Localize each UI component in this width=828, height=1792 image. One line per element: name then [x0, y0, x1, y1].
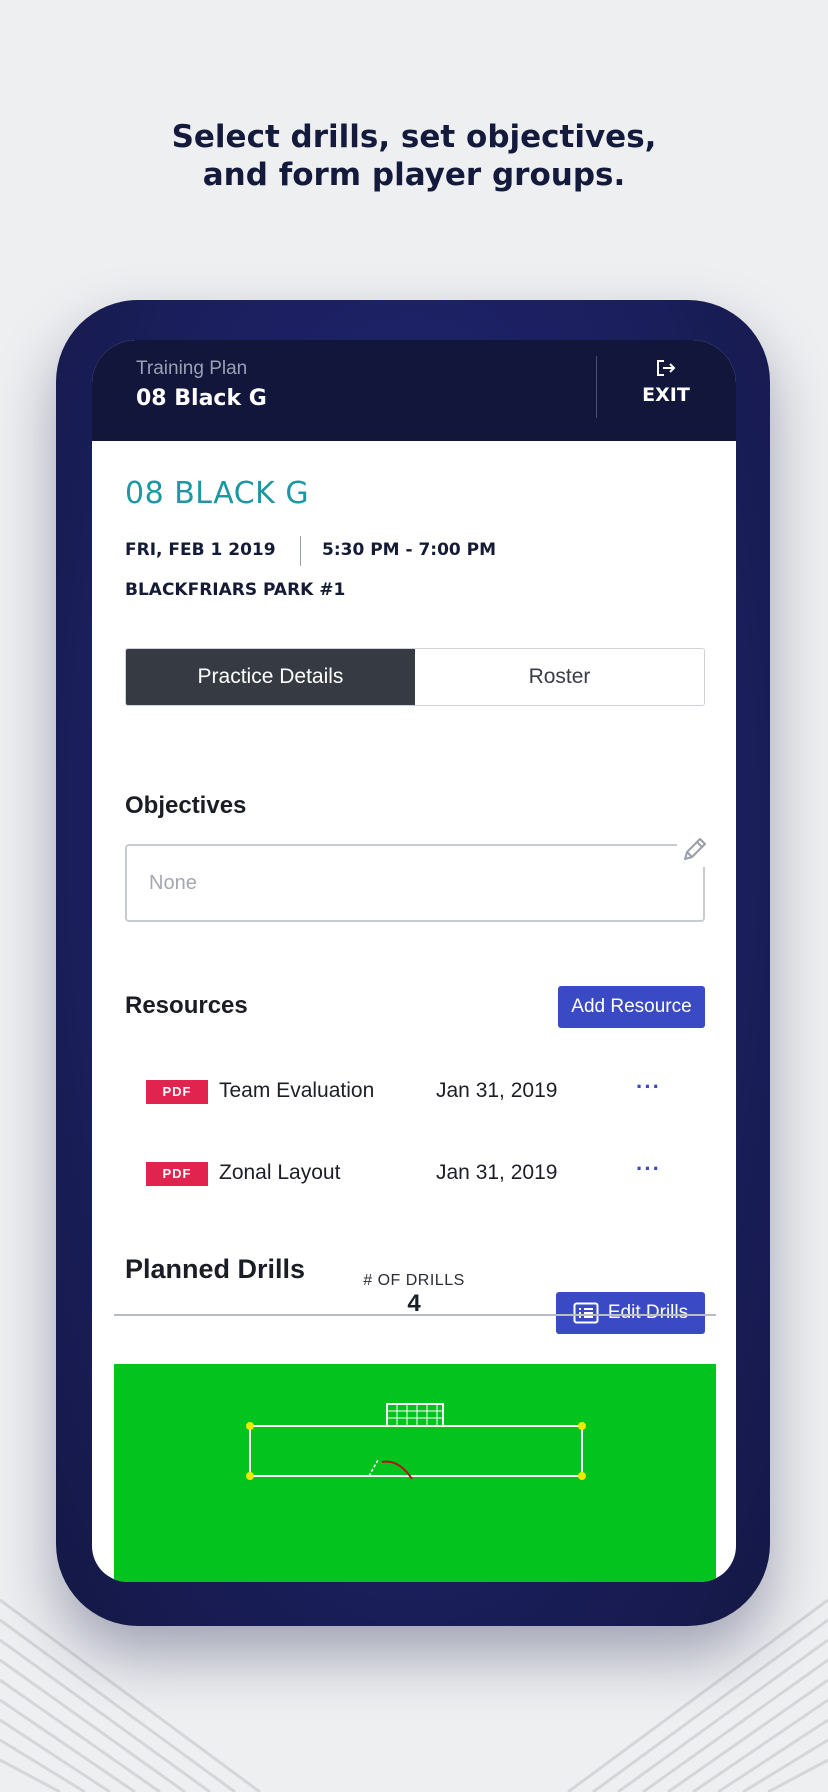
pdf-badge: PDF	[146, 1162, 208, 1186]
team-name: 08 BLACK G	[125, 476, 310, 511]
objectives-heading: Objectives	[125, 792, 247, 819]
practice-time: 5:30 PM - 7:00 PM	[322, 540, 497, 560]
resources-heading: Resources	[125, 992, 248, 1019]
tab-roster[interactable]: Roster	[415, 649, 704, 705]
app-screen: Training Plan 08 Black G EXIT 08 BLACK G…	[92, 340, 736, 1582]
more-options-icon[interactable]: ···	[636, 1156, 661, 1182]
exit-label: EXIT	[642, 384, 690, 406]
resource-date: Jan 31, 2019	[436, 1079, 558, 1102]
resource-name: Zonal Layout	[219, 1161, 341, 1184]
resource-row[interactable]: PDF Team Evaluation Jan 31, 2019 ···	[146, 1072, 666, 1112]
segmented-tabs: Practice Details Roster	[125, 648, 705, 706]
headline-line-1: Select drills, set objectives,	[171, 119, 657, 155]
resource-date: Jan 31, 2019	[436, 1161, 558, 1184]
add-resource-button[interactable]: Add Resource	[558, 986, 705, 1028]
tab-practice-details[interactable]: Practice Details	[126, 649, 415, 705]
promo-headline: Select drills, set objectives, and form …	[0, 118, 828, 194]
practice-date: FRI, FEB 1 2019	[125, 540, 276, 560]
divider	[114, 1314, 716, 1316]
practice-location: BLACKFRIARS PARK #1	[125, 580, 346, 600]
objectives-field[interactable]: None	[125, 844, 705, 922]
top-bar: Training Plan 08 Black G EXIT	[92, 340, 736, 441]
drills-count-label: # OF DRILLS	[363, 1272, 465, 1289]
exit-icon	[657, 360, 676, 376]
topbar-label: Training Plan	[136, 358, 248, 379]
topbar-divider	[596, 356, 597, 418]
pdf-badge: PDF	[146, 1080, 208, 1104]
edit-pencil-icon[interactable]	[677, 833, 711, 867]
resource-row[interactable]: PDF Zonal Layout Jan 31, 2019 ···	[146, 1154, 666, 1194]
resource-name: Team Evaluation	[219, 1079, 375, 1102]
exit-button[interactable]: EXIT	[616, 358, 716, 422]
objectives-placeholder: None	[149, 872, 197, 894]
headline-line-2: and form player groups.	[202, 157, 626, 193]
field-markings	[246, 1403, 586, 1480]
more-options-icon[interactable]: ···	[636, 1074, 661, 1100]
topbar-title: 08 Black G	[136, 386, 267, 411]
drill-field-diagram[interactable]	[114, 1364, 716, 1582]
meta-divider	[300, 536, 301, 566]
